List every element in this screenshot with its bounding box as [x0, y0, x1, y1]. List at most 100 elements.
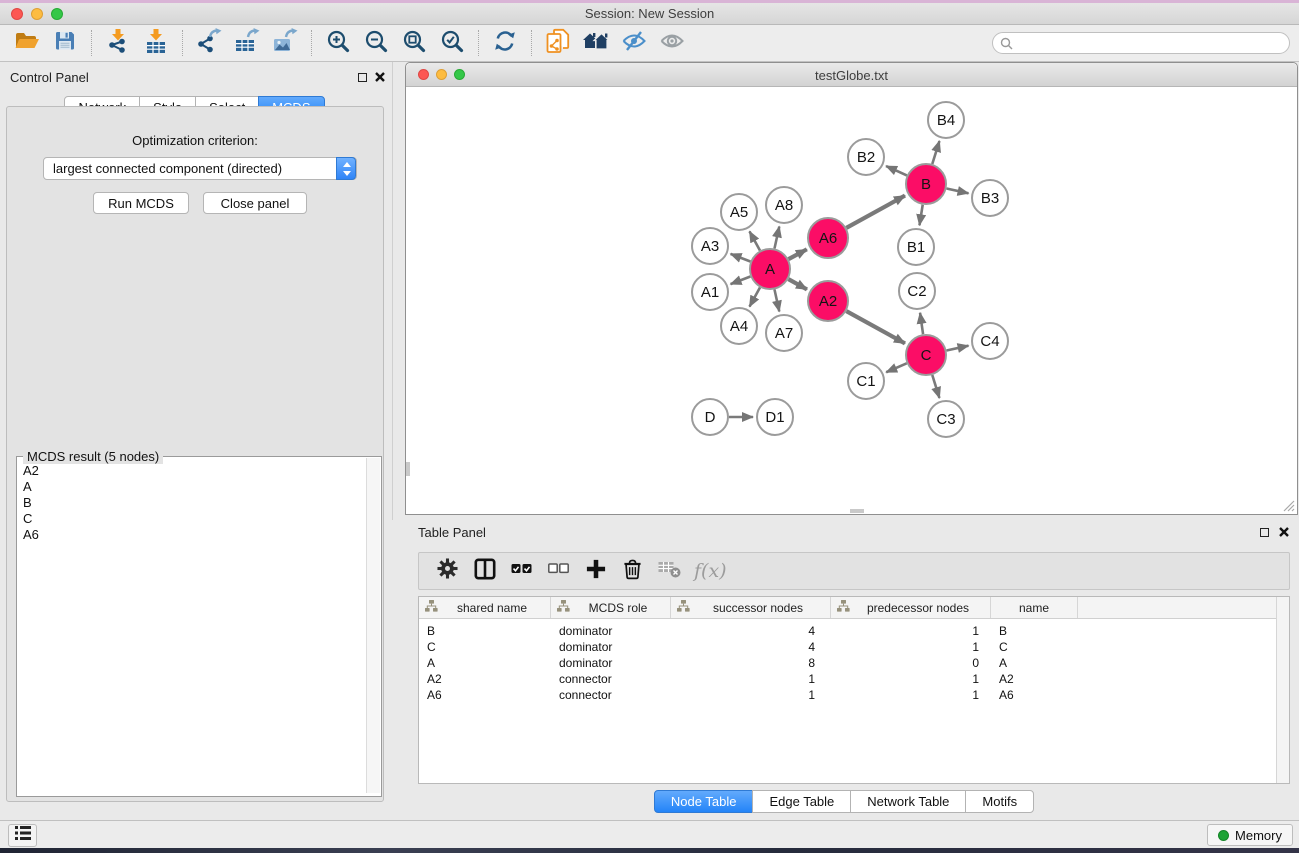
table-float-icon[interactable] — [1258, 526, 1270, 538]
graph-node-A1[interactable]: A1 — [692, 274, 728, 310]
tab-node-table[interactable]: Node Table — [654, 790, 754, 813]
memory-button[interactable]: Memory — [1207, 824, 1293, 846]
function-builder-button[interactable]: f(x) — [694, 560, 727, 582]
cell-predecessor-nodes[interactable]: 1 — [831, 624, 991, 638]
cell-successor-nodes[interactable]: 1 — [671, 672, 831, 686]
task-history-button[interactable] — [8, 824, 37, 847]
mcds-result-item[interactable]: A2 — [18, 463, 366, 479]
cell-name[interactable]: A6 — [991, 688, 1078, 702]
float-panel-icon[interactable] — [356, 71, 368, 83]
graph-edge-A2-C[interactable] — [846, 311, 905, 343]
cell-MCDS-role[interactable]: connector — [551, 688, 671, 702]
cell-name[interactable]: B — [991, 624, 1078, 638]
graph-node-D1[interactable]: D1 — [757, 399, 793, 435]
cell-predecessor-nodes[interactable]: 0 — [831, 656, 991, 670]
hide-selected-button[interactable] — [615, 28, 653, 58]
column-header-successor-nodes[interactable]: successor nodes — [671, 597, 831, 618]
graph-node-D[interactable]: D — [692, 399, 728, 435]
mcds-result-item[interactable]: C — [18, 511, 366, 527]
network-vscroll-thumb[interactable] — [406, 462, 410, 476]
search-field[interactable] — [992, 32, 1290, 54]
cell-shared-name[interactable]: A6 — [419, 688, 551, 702]
delete-column-button[interactable] — [614, 556, 651, 586]
zoom-selected-button[interactable] — [433, 28, 471, 58]
cell-predecessor-nodes[interactable]: 1 — [831, 672, 991, 686]
cell-successor-nodes[interactable]: 8 — [671, 656, 831, 670]
cell-name[interactable]: A2 — [991, 672, 1078, 686]
graph-edge-A-A1[interactable] — [731, 277, 751, 285]
cell-predecessor-nodes[interactable]: 1 — [831, 640, 991, 654]
show-all-button[interactable] — [653, 28, 691, 58]
export-network-button[interactable] — [190, 28, 228, 58]
tab-motifs[interactable]: Motifs — [965, 790, 1034, 813]
graph-node-A8[interactable]: A8 — [766, 187, 802, 223]
graph-node-A[interactable]: A — [750, 249, 790, 289]
graph-edge-B-B1[interactable] — [919, 205, 922, 226]
graph-edge-C-C3[interactable] — [932, 375, 939, 398]
cell-MCDS-role[interactable]: dominator — [551, 640, 671, 654]
create-column-button[interactable] — [577, 556, 614, 586]
table-row[interactable]: A2connector11A2 — [419, 671, 1289, 687]
create-network-from-selection-button[interactable] — [539, 28, 577, 58]
export-image-button[interactable] — [266, 28, 304, 58]
graph-node-A3[interactable]: A3 — [692, 228, 728, 264]
table-row[interactable]: Bdominator41B — [419, 623, 1289, 639]
delete-table-button[interactable] — [651, 556, 688, 586]
graph-node-C3[interactable]: C3 — [928, 401, 964, 437]
cell-successor-nodes[interactable]: 4 — [671, 640, 831, 654]
graph-edge-A-A6[interactable] — [789, 249, 807, 259]
cell-MCDS-role[interactable]: connector — [551, 672, 671, 686]
cell-shared-name[interactable]: A2 — [419, 672, 551, 686]
column-header-name[interactable]: name — [991, 597, 1078, 618]
zoom-out-button[interactable] — [357, 28, 395, 58]
graph-node-B3[interactable]: B3 — [972, 180, 1008, 216]
table-close-icon[interactable] — [1278, 526, 1290, 538]
cell-name[interactable]: C — [991, 640, 1078, 654]
table-row[interactable]: Adominator80A — [419, 655, 1289, 671]
graph-edge-C-C4[interactable] — [947, 346, 969, 351]
graph-node-C[interactable]: C — [906, 335, 946, 375]
cell-MCDS-role[interactable]: dominator — [551, 656, 671, 670]
cell-successor-nodes[interactable]: 4 — [671, 624, 831, 638]
graph-edge-B-B3[interactable] — [947, 188, 969, 193]
table-row[interactable]: A6connector11A6 — [419, 687, 1289, 703]
cell-MCDS-role[interactable]: dominator — [551, 624, 671, 638]
zoom-in-button[interactable] — [319, 28, 357, 58]
graph-edge-B-B2[interactable] — [886, 166, 907, 175]
table-settings-button[interactable] — [429, 556, 466, 586]
search-input[interactable] — [1017, 34, 1282, 52]
graph-node-A4[interactable]: A4 — [721, 308, 757, 344]
graph-edge-B-B4[interactable] — [932, 141, 939, 164]
cell-successor-nodes[interactable]: 1 — [671, 688, 831, 702]
select-all-rows-button[interactable] — [503, 556, 540, 586]
zoom-fit-button[interactable] — [395, 28, 433, 58]
graph-node-A5[interactable]: A5 — [721, 194, 757, 230]
mcds-result-item[interactable]: B — [18, 495, 366, 511]
graph-node-B2[interactable]: B2 — [848, 139, 884, 175]
column-header-predecessor-nodes[interactable]: predecessor nodes — [831, 597, 991, 618]
first-neighbors-button[interactable] — [577, 28, 615, 58]
graph-node-B1[interactable]: B1 — [898, 229, 934, 265]
cell-shared-name[interactable]: C — [419, 640, 551, 654]
graph-edge-C-C2[interactable] — [920, 313, 923, 334]
refresh-view-button[interactable] — [486, 28, 524, 58]
table-scrollbar[interactable] — [1276, 597, 1289, 783]
graph-edge-A-A7[interactable] — [774, 290, 779, 312]
mcds-result-item[interactable]: A6 — [18, 527, 366, 543]
graph-node-A2[interactable]: A2 — [808, 281, 848, 321]
resize-grip-icon[interactable] — [1282, 499, 1295, 512]
graph-edge-A-A4[interactable] — [750, 287, 760, 306]
import-table-button[interactable] — [137, 28, 175, 58]
cell-predecessor-nodes[interactable]: 1 — [831, 688, 991, 702]
graph-edge-A6-B[interactable] — [846, 196, 905, 228]
close-panel-icon[interactable] — [374, 71, 386, 83]
tab-edge-table[interactable]: Edge Table — [752, 790, 851, 813]
graph-node-C1[interactable]: C1 — [848, 363, 884, 399]
table-row[interactable]: Cdominator41C — [419, 639, 1289, 655]
graph-node-A6[interactable]: A6 — [808, 218, 848, 258]
cell-shared-name[interactable]: A — [419, 656, 551, 670]
network-graph[interactable]: B4B2BB3A5A8A6B1A3AC2A1A2A4A7C4CC1C3DD1 — [406, 87, 1297, 514]
graph-edge-A-A8[interactable] — [774, 226, 779, 248]
show-column-panel-button[interactable] — [466, 556, 503, 586]
export-table-button[interactable] — [228, 28, 266, 58]
